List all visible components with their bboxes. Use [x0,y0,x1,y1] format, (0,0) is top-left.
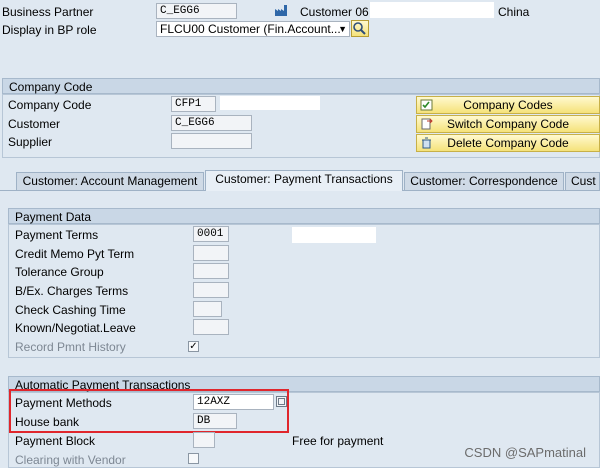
clearing-vendor-checkbox[interactable] [188,453,199,464]
company-code-label: Company Code [8,98,92,112]
credit-memo-label: Credit Memo Pyt Term [15,247,135,261]
payment-block-label: Payment Block [15,434,96,448]
company-codes-button[interactable]: Company Codes [416,96,600,114]
partner-name-masked [370,2,494,18]
delete-company-code-label: Delete Company Code [447,136,569,150]
partner-name: Customer 06 [300,5,369,19]
customer-field[interactable]: C_EGG6 [171,115,252,131]
tab-correspondence[interactable]: Customer: Correspondence [404,172,564,190]
record-history-label: Record Pmnt History [15,340,126,354]
delete-company-code-button[interactable]: Delete Company Code [416,134,600,152]
display-role-value: FLCU00 Customer (Fin.Account... [160,22,341,36]
highlight-box [9,389,289,433]
business-partner-field[interactable]: C_EGG6 [156,3,237,19]
bp-screen: { "header": { "business_partner_label": … [0,0,600,468]
customer-label: Customer [8,117,61,131]
tolerance-group-field[interactable] [193,263,229,279]
record-history-checkbox[interactable]: ✓ [188,341,199,352]
display-role-label: Display in BP role [2,23,97,37]
supplier-label: Supplier [8,135,53,149]
tab-account-management[interactable]: Customer: Account Management [16,172,204,190]
partner-country: China [498,5,530,19]
search-icon [353,22,366,35]
tolerance-group-label: Tolerance Group [15,265,104,279]
company-code-name-masked [220,96,320,110]
trash-icon [420,137,433,149]
switch-company-code-button[interactable]: Switch Company Code [416,115,600,133]
check-cashing-label: Check Cashing Time [15,303,126,317]
supplier-field[interactable] [171,133,252,149]
chevron-down-icon[interactable]: ▼ [338,22,347,36]
clearing-vendor-label: Clearing with Vendor [15,453,126,467]
payment-block-text: Free for payment [292,434,384,448]
company-code-header: Company Code [2,78,600,94]
payment-terms-field[interactable]: 0001 [193,226,229,242]
tab-more[interactable]: Cust [565,172,600,190]
known-leave-field[interactable] [193,319,229,335]
display-role-select[interactable]: FLCU00 Customer (Fin.Account... ▼ [156,21,350,37]
company-codes-label: Company Codes [463,98,553,112]
factory-icon [274,3,288,17]
business-partner-label: Business Partner [2,5,94,19]
charges-terms-field[interactable] [193,282,229,298]
watermark: CSDN @SAPmatinal [464,445,586,460]
document-switch-icon [420,118,433,130]
check-list-icon [420,99,433,111]
payment-terms-desc-masked [292,227,376,243]
payment-data-header: Payment Data [8,208,600,224]
switch-role-button[interactable] [351,20,369,37]
charges-terms-label: B/Ex. Charges Terms [15,284,129,298]
known-leave-label: Known/Negotiat.Leave [15,321,136,335]
credit-memo-field[interactable] [193,245,229,261]
payment-block-field[interactable] [193,432,215,448]
switch-company-code-label: Switch Company Code [446,117,570,131]
company-code-field[interactable]: CFP1 [171,96,216,112]
tab-payment-transactions[interactable]: Customer: Payment Transactions [205,170,403,191]
payment-terms-label: Payment Terms [15,228,99,242]
check-cashing-field[interactable] [193,301,222,317]
